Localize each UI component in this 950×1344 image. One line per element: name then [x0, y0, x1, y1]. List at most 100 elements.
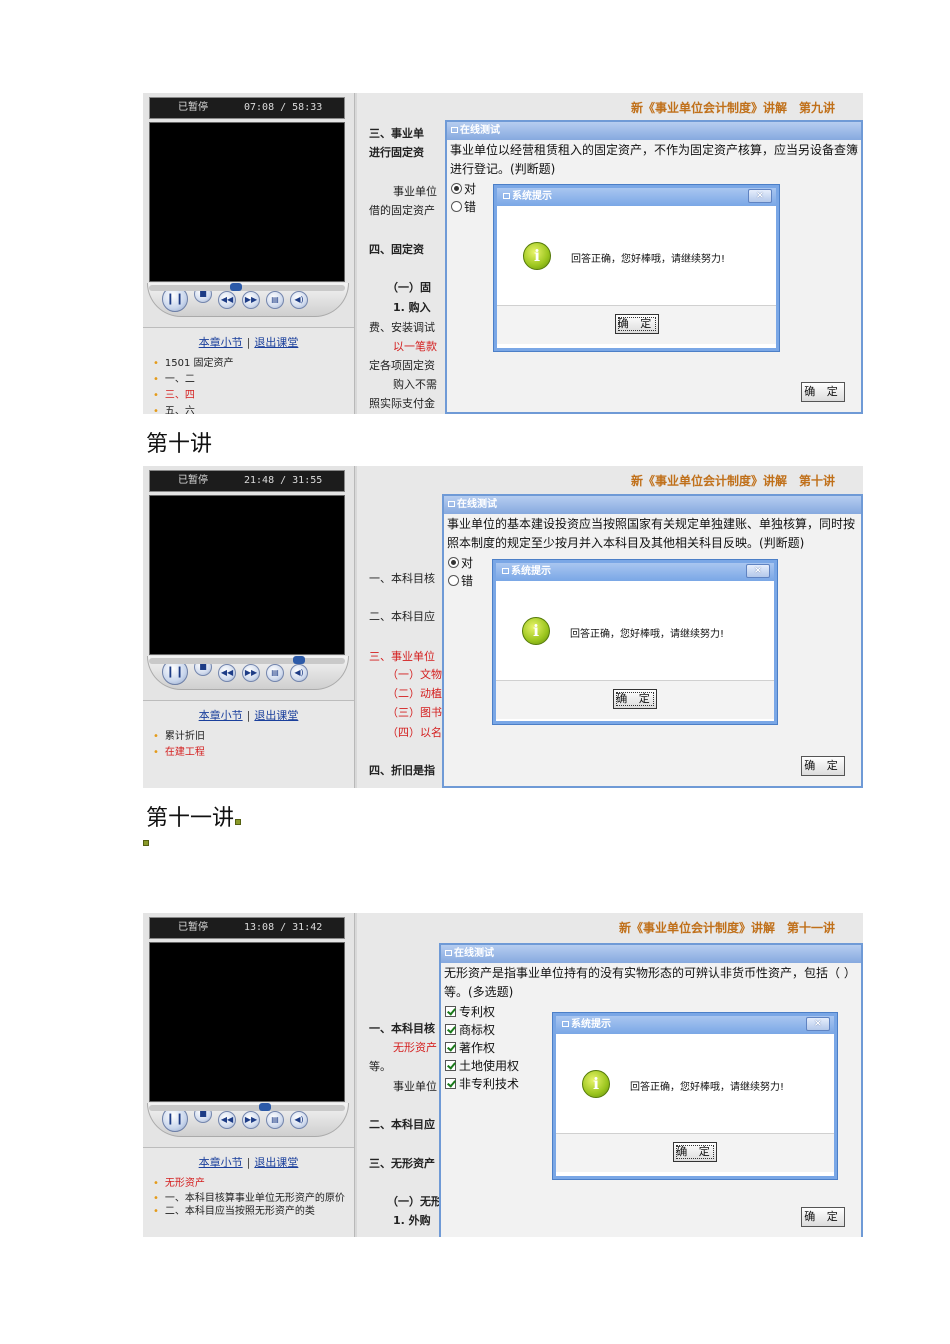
system-prompt-title-text: 系统提示	[512, 191, 552, 202]
system-message: 回答正确，您好棒哦，请继续努力!	[570, 629, 725, 640]
fast-forward-button[interactable]: ▶▶	[242, 664, 260, 682]
lecture-line: 事业单位	[393, 185, 437, 198]
chapter-links: 本章小节 | 退出课堂	[151, 707, 346, 723]
chapter-item[interactable]: 一、二	[151, 372, 346, 388]
close-icon[interactable]: ×	[746, 564, 770, 578]
volume-button[interactable]: ◀)	[290, 291, 308, 309]
lecture-line: 1. 购入	[393, 301, 431, 314]
chapter-item[interactable]: 累计折旧	[151, 729, 346, 745]
chapter-summary-link[interactable]: 本章小节	[199, 709, 243, 722]
fast-forward-button[interactable]: ▶▶	[242, 291, 260, 309]
chapter-summary-link[interactable]: 本章小节	[199, 336, 243, 349]
video-player: 已暂停 21:48 / 31:55 ❙❙ ■ ◀◀ ▶▶ ▤ ◀) 本章小节 | 退…	[143, 466, 355, 788]
radio-icon[interactable]	[451, 201, 462, 212]
close-icon[interactable]: ×	[748, 189, 772, 203]
paragraph-mark-icon	[235, 819, 242, 825]
video-screen[interactable]	[149, 942, 345, 1102]
lecture-line: 借的固定资产	[369, 204, 435, 217]
window-icon	[445, 950, 452, 956]
confirm-button[interactable]: 确 定	[614, 314, 659, 334]
lecture-line: 一、本科目核	[369, 572, 435, 585]
link-separator: |	[246, 1156, 251, 1169]
video-screen[interactable]	[149, 122, 345, 282]
info-icon: i	[582, 1070, 610, 1098]
system-prompt-title-text: 系统提示	[511, 566, 551, 577]
volume-button[interactable]: ◀)	[290, 664, 308, 682]
playlist-button[interactable]: ▤	[266, 291, 284, 309]
video-screen[interactable]	[149, 495, 345, 655]
exit-class-link[interactable]: 退出课堂	[254, 709, 298, 722]
fast-forward-button[interactable]: ▶▶	[242, 1111, 260, 1129]
lecture-line: 进行固定资	[369, 146, 424, 159]
chapter-item-current[interactable]: 在建工程	[151, 745, 346, 761]
chapter-item[interactable]: 一、本科目核算事业单位无形资产的原价	[151, 1192, 346, 1205]
system-prompt-dialog: 系统提示 × i 回答正确，您好棒哦，请继续努力! 确 定	[553, 1013, 837, 1179]
lecture-line: （一）文物	[387, 668, 442, 681]
playback-status: 已暂停	[178, 102, 208, 113]
online-test-title: 在线测试	[444, 496, 861, 514]
confirm-button[interactable]: 确 定	[673, 1142, 717, 1162]
exit-class-link[interactable]: 退出课堂	[254, 1156, 298, 1169]
window-icon	[451, 127, 458, 133]
test-ok-button[interactable]: 确 定	[801, 1207, 845, 1227]
chapter-item-current[interactable]: 无形资产	[151, 1176, 346, 1192]
seek-knob[interactable]	[259, 1103, 271, 1111]
playlist-button[interactable]: ▤	[266, 664, 284, 682]
checkbox-checked-icon[interactable]	[445, 1024, 456, 1035]
confirm-button[interactable]: 确 定	[613, 689, 657, 709]
lecture-title: 新《事业单位会计制度》讲解 第十讲	[630, 474, 835, 488]
playback-status: 已暂停	[178, 475, 208, 486]
seek-bar[interactable]	[149, 656, 345, 664]
playlist-button[interactable]: ▤	[266, 1111, 284, 1129]
heading-text: 第十讲	[146, 432, 213, 457]
section-heading-lecture-11: 第十一讲	[146, 800, 242, 832]
system-prompt-title: 系统提示 ×	[556, 1016, 834, 1034]
lecture-line: 三、无形资产	[369, 1157, 435, 1170]
rewind-button[interactable]: ◀◀	[218, 1111, 236, 1129]
lecture-title: 新《事业单位会计制度》讲解 第九讲	[630, 101, 835, 115]
exit-class-link[interactable]: 退出课堂	[254, 336, 298, 349]
chapter-links: 本章小节 | 退出课堂	[151, 334, 346, 350]
seek-bar[interactable]	[149, 1103, 345, 1111]
online-test-title-text: 在线测试	[454, 948, 494, 959]
test-ok-button[interactable]: 确 定	[801, 756, 845, 776]
system-prompt-dialog: 系统提示 × i 回答正确，您好棒哦，请继续努力! 确 定	[494, 185, 779, 351]
window-icon	[503, 193, 510, 199]
rewind-button[interactable]: ◀◀	[218, 664, 236, 682]
heading-text: 第十一讲	[146, 806, 235, 831]
lecture-line: （四）以名	[387, 726, 442, 739]
rewind-button[interactable]: ◀◀	[218, 291, 236, 309]
test-ok-button[interactable]: 确 定	[801, 382, 845, 402]
option-label: 对	[464, 182, 477, 196]
chapter-item[interactable]: 1501 固定资产	[151, 356, 346, 372]
seek-knob[interactable]	[293, 656, 305, 664]
seek-bar[interactable]	[149, 283, 345, 291]
lecture-line: 1. 外购	[393, 1214, 431, 1227]
checkbox-checked-icon[interactable]	[445, 1078, 456, 1089]
lecture-screenshot-11: 已暂停 13:08 / 31:42 ❙❙ ■ ◀◀ ▶▶ ▤ ◀) 本章小节 | 退…	[143, 913, 863, 1237]
option-label: 著作权	[459, 1041, 496, 1055]
playback-time: 13:08 / 31:42	[244, 922, 323, 933]
player-status-bar: 已暂停 13:08 / 31:42	[149, 917, 345, 939]
checkbox-checked-icon[interactable]	[445, 1060, 456, 1071]
radio-icon[interactable]	[448, 575, 459, 586]
lecture-line: 照实际支付金	[369, 397, 435, 410]
lecture-screenshot-9: 已暂停 07:08 / 58:33 ❙❙ ■ ◀◀ ▶▶ ▤ ◀) 本章小节 | 退…	[143, 93, 863, 414]
radio-selected-icon[interactable]	[448, 557, 459, 568]
system-message: 回答正确，您好棒哦，请继续努力!	[630, 1082, 785, 1093]
chapter-item[interactable]: 二、本科目应当按照无形资产的类	[151, 1205, 346, 1218]
chapter-panel: 本章小节|退出课堂 1501 固定资产 一、二 三、四 五、六	[143, 327, 354, 414]
chapter-summary-link[interactable]: 本章小节	[199, 1156, 243, 1169]
checkbox-checked-icon[interactable]	[445, 1006, 456, 1017]
checkbox-checked-icon[interactable]	[445, 1042, 456, 1053]
lecture-line: 四、固定资	[369, 243, 424, 256]
chapter-item-current[interactable]: 三、四	[151, 388, 346, 404]
chapter-item[interactable]: 五、六	[151, 404, 346, 414]
close-icon[interactable]: ×	[806, 1017, 830, 1031]
volume-button[interactable]: ◀)	[290, 1111, 308, 1129]
seek-knob[interactable]	[230, 283, 242, 291]
radio-selected-icon[interactable]	[451, 183, 462, 194]
system-prompt-dialog: 系统提示 × i 回答正确，您好棒哦，请继续努力! 确 定	[493, 560, 777, 724]
chapter-list: 1501 固定资产 一、二 三、四 五、六	[151, 356, 346, 414]
lecture-line: 事业单位	[393, 1080, 437, 1093]
